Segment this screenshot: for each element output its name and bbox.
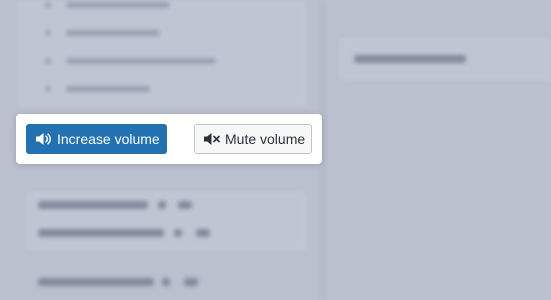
increase-volume-label: Increase volume xyxy=(57,131,160,147)
volume-up-icon xyxy=(35,131,53,147)
mute-volume-label: Mute volume xyxy=(225,131,306,147)
increase-volume-button[interactable]: Increase volume xyxy=(26,124,167,154)
volume-mute-icon xyxy=(203,131,221,147)
volume-toolbar: Increase volume Mute volume xyxy=(16,114,322,164)
mute-volume-button[interactable]: Mute volume xyxy=(194,124,312,154)
background-list-panel xyxy=(18,0,306,106)
